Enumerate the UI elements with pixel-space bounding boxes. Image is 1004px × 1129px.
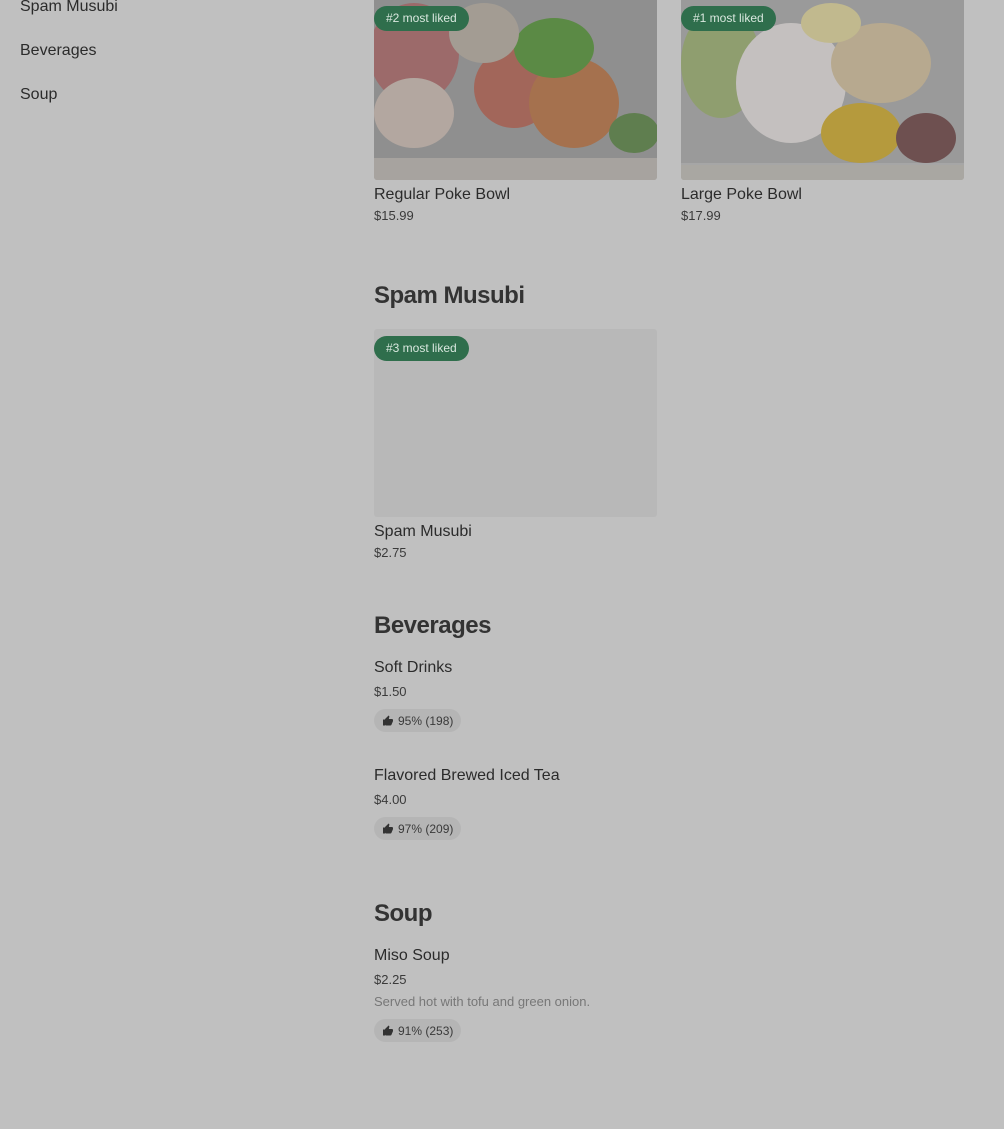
food-photo: #2 most liked: [374, 0, 657, 180]
menu-item-flavored-brewed-iced-tea[interactable]: Flavored Brewed Iced Tea $4.00 97% (209): [374, 765, 974, 840]
item-price: $4.00: [374, 792, 407, 807]
thumbs-up-icon: [383, 1025, 393, 1035]
item-name: Soft Drinks: [374, 659, 453, 676]
rating-badge: 95% (198): [374, 709, 462, 732]
item-name: Flavored Brewed Iced Tea: [374, 767, 560, 784]
menu-card-regular-poke-bowl[interactable]: #2 most liked Regular Poke Bowl $15.99: [374, 0, 657, 223]
item-name: Miso Soup: [374, 947, 450, 964]
section-title-soup: Soup: [374, 900, 433, 927]
rating-text: 97% (209): [398, 821, 454, 836]
item-name: Regular Poke Bowl: [374, 186, 511, 203]
sidebar-item-spam-musubi[interactable]: Spam Musubi: [20, 0, 320, 36]
item-description: Served hot with tofu and green onion.: [374, 994, 591, 1009]
rating-badge: 97% (209): [374, 817, 462, 840]
menu-item-miso-soup[interactable]: Miso Soup $2.25 Served hot with tofu and…: [374, 945, 974, 1042]
thumbs-up-icon: [383, 823, 393, 833]
section-title-spam-musubi: Spam Musubi: [374, 282, 525, 309]
most-liked-badge: #2 most liked: [374, 6, 469, 31]
sidebar-item-beverages[interactable]: Beverages: [20, 36, 320, 80]
most-liked-badge: #1 most liked: [681, 6, 776, 31]
item-price: $1.50: [374, 684, 407, 699]
item-price: $2.75: [374, 545, 407, 560]
item-price: $15.99: [374, 208, 414, 223]
rating-badge: 91% (253): [374, 1019, 462, 1042]
menu-card-spam-musubi[interactable]: #3 most liked Spam Musubi $2.75: [374, 329, 657, 560]
category-sidebar: Spam Musubi Beverages Soup: [20, 0, 320, 124]
food-photo: #1 most liked: [681, 0, 964, 180]
item-price: $2.25: [374, 972, 407, 987]
thumbs-up-icon: [383, 715, 393, 725]
item-price: $17.99: [681, 208, 721, 223]
rating-text: 91% (253): [398, 1023, 454, 1038]
menu-item-soft-drinks[interactable]: Soft Drinks $1.50 95% (198): [374, 657, 974, 732]
most-liked-badge: #3 most liked: [374, 336, 469, 361]
section-title-beverages: Beverages: [374, 612, 491, 639]
rating-text: 95% (198): [398, 713, 454, 728]
item-name: Large Poke Bowl: [681, 186, 802, 203]
food-photo-placeholder: #3 most liked: [374, 329, 657, 517]
sidebar-item-soup[interactable]: Soup: [20, 80, 320, 124]
item-name: Spam Musubi: [374, 523, 472, 540]
menu-card-large-poke-bowl[interactable]: #1 most liked Large Poke Bowl $17.99: [681, 0, 964, 223]
